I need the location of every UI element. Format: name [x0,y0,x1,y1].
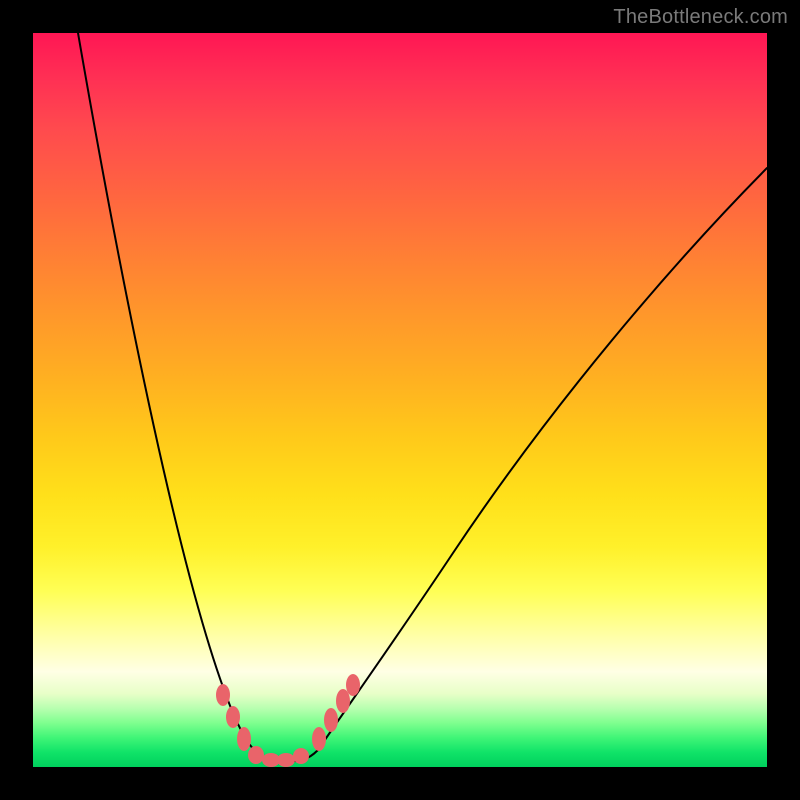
marker-6 [293,748,309,764]
chart-frame: TheBottleneck.com [0,0,800,800]
marker-1 [226,706,240,728]
marker-9 [336,689,350,713]
curve-left-branch [78,33,268,760]
marker-8 [324,708,338,732]
marker-0 [216,684,230,706]
curve-right-branch [285,168,767,761]
watermark-text: TheBottleneck.com [613,6,788,29]
marker-7 [312,727,326,751]
marker-2 [237,727,251,751]
marker-3 [248,746,264,764]
marker-5 [277,753,295,767]
marker-10 [346,674,360,696]
plot-area [33,33,767,767]
curve-svg [33,33,767,767]
marker-4 [262,753,280,767]
